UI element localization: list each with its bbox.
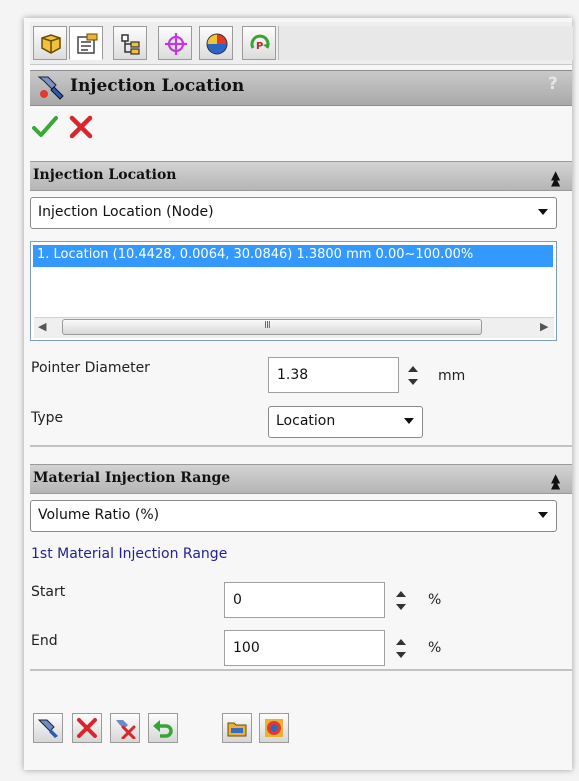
pointer-diameter-unit: mm — [438, 368, 466, 384]
start-value: 0 — [233, 592, 242, 608]
type-select[interactable]: Location — [268, 406, 423, 438]
end-field[interactable]: 100 — [224, 630, 385, 666]
property-manager-icon — [77, 33, 98, 54]
type-label: Type — [31, 410, 64, 426]
collapse-chevron-icon[interactable]: ▲ ▲ — [551, 471, 560, 491]
spin-down-icon[interactable] — [396, 604, 406, 610]
feature-manager-icon — [41, 34, 61, 54]
end-stepper[interactable] — [390, 630, 412, 666]
material-mode-select[interactable]: Volume Ratio (%) — [30, 500, 557, 532]
spin-up-icon[interactable] — [396, 591, 406, 597]
chevron-down-icon — [538, 209, 548, 215]
scrollbar-thumb[interactable] — [62, 319, 482, 335]
end-value: 100 — [233, 640, 260, 656]
injection-mode-select-value: Injection Location (Node) — [38, 204, 214, 220]
location-list-item-text: 1. Location (10.4428, 0.0064, 30.0846) 1… — [37, 247, 474, 262]
show-result-button[interactable] — [259, 713, 289, 743]
svg-text:P: P — [256, 41, 263, 52]
end-unit: % — [428, 640, 442, 656]
end-label: End — [31, 633, 58, 649]
open-file-button[interactable] — [222, 713, 252, 743]
injection-mode-select[interactable]: Injection Location (Node) — [30, 197, 557, 229]
material-injection-section-title: Material Injection Range — [33, 470, 231, 486]
start-label: Start — [31, 584, 66, 600]
cancel-x-icon[interactable] — [67, 113, 95, 141]
pointer-diameter-value: 1.38 — [277, 367, 309, 383]
scroll-left-arrow-icon[interactable]: ◀ — [38, 320, 46, 333]
tab-dimxpert-manager[interactable] — [158, 26, 192, 60]
help-button[interactable]: ? — [548, 74, 558, 94]
injection-location-icon — [37, 76, 64, 100]
display-manager-icon — [206, 33, 228, 55]
panel-title: Injection Location — [70, 76, 245, 96]
folder-icon — [227, 722, 247, 737]
section-divider — [30, 669, 572, 671]
pointer-diameter-stepper[interactable] — [402, 357, 424, 393]
spin-down-icon[interactable] — [396, 652, 406, 658]
scrollbar-grip: III — [264, 320, 271, 331]
material-mode-select-value: Volume Ratio (%) — [38, 507, 160, 523]
delete-all-button[interactable] — [110, 713, 140, 743]
result-plot-icon — [265, 719, 283, 737]
delete-all-icon — [116, 720, 136, 739]
tab-configuration-manager[interactable] — [113, 26, 147, 60]
chevron-down-icon — [404, 418, 414, 424]
injection-location-section-title: Injection Location — [33, 167, 177, 183]
location-list-item[interactable]: 1. Location (10.4428, 0.0064, 30.0846) 1… — [33, 245, 553, 267]
select-location-button[interactable] — [33, 713, 63, 743]
select-location-icon — [37, 719, 58, 738]
start-stepper[interactable] — [390, 582, 412, 618]
chevron-down-icon — [538, 512, 548, 518]
start-field[interactable]: 0 — [224, 582, 385, 618]
type-select-value: Location — [276, 413, 336, 429]
section-divider — [30, 445, 572, 447]
tab-plastics-manager[interactable]: P — [242, 26, 276, 60]
material-range-label: 1st Material Injection Range — [31, 546, 228, 562]
tab-property-manager[interactable] — [69, 26, 103, 60]
tab-feature-manager[interactable] — [33, 26, 67, 60]
collapse-chevron-icon[interactable]: ▲ ▲ — [551, 168, 560, 188]
start-unit: % — [428, 592, 442, 608]
scroll-right-arrow-icon[interactable]: ▶ — [540, 320, 548, 333]
pointer-diameter-field[interactable]: 1.38 — [268, 357, 399, 393]
undo-button[interactable] — [148, 713, 178, 743]
dimxpert-icon — [165, 33, 187, 55]
plastics-manager-icon: P — [250, 34, 270, 52]
spin-up-icon[interactable] — [408, 366, 418, 372]
undo-arrow-icon — [153, 720, 173, 738]
delete-icon — [77, 718, 97, 738]
configuration-manager-icon — [121, 34, 140, 55]
tab-display-manager[interactable] — [199, 26, 233, 60]
tab-strip-filler — [278, 26, 573, 60]
pointer-diameter-label: Pointer Diameter — [31, 360, 150, 376]
delete-location-button[interactable] — [72, 713, 102, 743]
spin-up-icon[interactable] — [396, 639, 406, 645]
spin-down-icon[interactable] — [408, 379, 418, 385]
ok-check-icon[interactable] — [31, 113, 59, 141]
